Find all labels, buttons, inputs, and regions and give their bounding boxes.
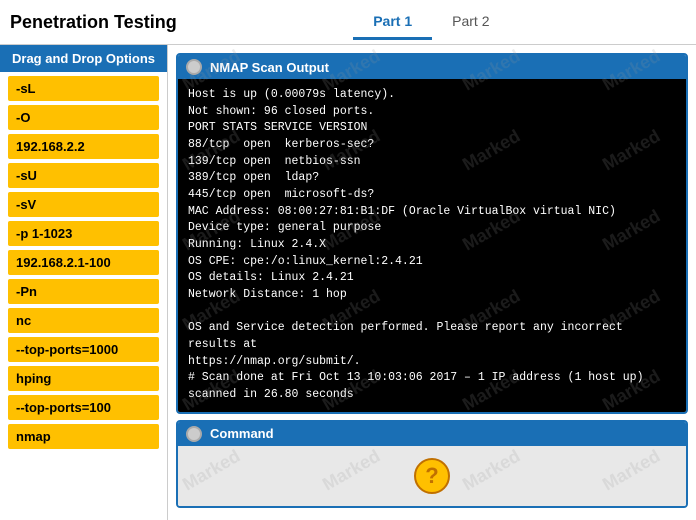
sidebar-btn--sU[interactable]: -sU	[8, 163, 159, 188]
app-header: Penetration Testing Part 1 Part 2	[0, 0, 696, 45]
sidebar: Drag and Drop Options -sL-O192.168.2.2-s…	[0, 45, 168, 520]
tab-part2[interactable]: Part 2	[432, 5, 509, 40]
content-area: NMAP Scan Output Host is up (0.00079s la…	[168, 45, 696, 520]
nmap-panel-title: NMAP Scan Output	[210, 60, 329, 75]
sidebar-btn---top-ports-1000[interactable]: --top-ports=1000	[8, 337, 159, 362]
app-title: Penetration Testing	[10, 12, 177, 33]
main-layout: Drag and Drop Options -sL-O192.168.2.2-s…	[0, 45, 696, 520]
sidebar-btn--p-1-1023[interactable]: -p 1-1023	[8, 221, 159, 246]
question-icon: ?	[414, 458, 450, 494]
sidebar-buttons: -sL -O 192.168.2.2 -sU -sV -p 1-1023 192.168.2…	[0, 76, 167, 449]
sidebar-header: Drag and Drop Options	[0, 45, 167, 72]
sidebar-btn---top-ports-100[interactable]: --top-ports=100	[8, 395, 159, 420]
sidebar-btn-nc[interactable]: nc	[8, 308, 159, 333]
nmap-output: Host is up (0.00079s latency). Not shown…	[178, 79, 686, 412]
sidebar-btn-hping[interactable]: hping	[8, 366, 159, 391]
sidebar-btn--O[interactable]: -O	[8, 105, 159, 130]
nmap-panel-icon	[186, 59, 202, 75]
command-panel-title: Command	[210, 426, 274, 441]
sidebar-btn-192-168-2-2[interactable]: 192.168.2.2	[8, 134, 159, 159]
sidebar-btn-192-168-2-1-100[interactable]: 192.168.2.1-100	[8, 250, 159, 275]
tab-bar: Part 1 Part 2	[177, 5, 686, 40]
command-panel-icon	[186, 426, 202, 442]
sidebar-btn--Pn[interactable]: -Pn	[8, 279, 159, 304]
sidebar-btn--sL[interactable]: -sL	[8, 76, 159, 101]
tab-part1[interactable]: Part 1	[353, 5, 432, 40]
command-panel-header: Command	[178, 422, 686, 446]
nmap-panel: NMAP Scan Output Host is up (0.00079s la…	[176, 53, 688, 414]
command-panel: Command ?	[176, 420, 688, 508]
sidebar-btn--sV[interactable]: -sV	[8, 192, 159, 217]
command-drop-zone[interactable]: ?	[178, 446, 686, 506]
sidebar-btn-nmap[interactable]: nmap	[8, 424, 159, 449]
nmap-panel-header: NMAP Scan Output	[178, 55, 686, 79]
